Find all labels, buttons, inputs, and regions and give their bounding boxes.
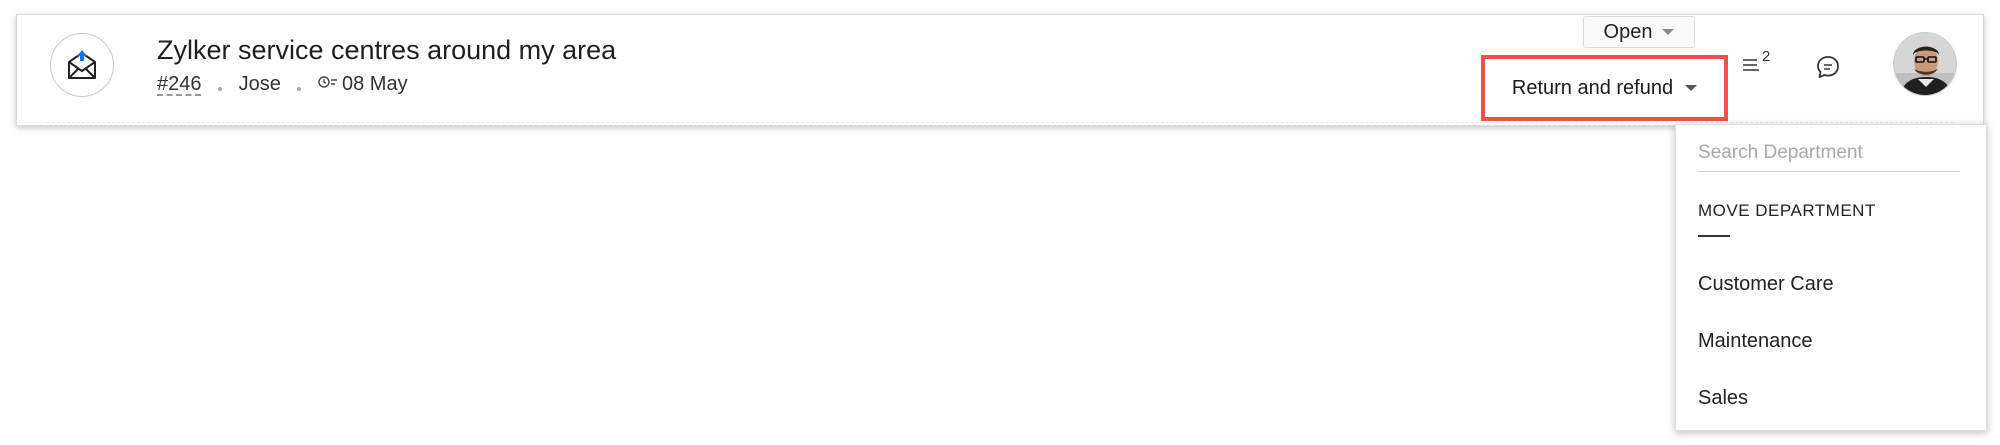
comment-icon[interactable] (1815, 54, 1841, 85)
email-open-icon (50, 33, 114, 97)
department-menu: MOVE DEPARTMENT Customer Care Maintenanc… (1675, 124, 1987, 431)
due-date: 08 May (342, 73, 408, 95)
separator-dot (218, 86, 223, 91)
header-divider (47, 122, 1953, 123)
menu-option-maintenance[interactable]: Maintenance (1698, 330, 1813, 353)
thread-count: 2 (1762, 48, 1771, 65)
menu-option-customer-care[interactable]: Customer Care (1698, 273, 1834, 296)
department-dropdown[interactable]: Return and refund (1481, 55, 1728, 121)
search-department-input[interactable] (1698, 135, 1960, 172)
separator-dot (297, 86, 302, 91)
section-underline (1698, 235, 1730, 237)
threads-button[interactable]: 2 (1742, 48, 1770, 71)
department-label: Return and refund (1511, 76, 1674, 99)
ticket-subject[interactable]: Zylker service centres around my area (157, 35, 616, 66)
agent-avatar[interactable] (1893, 32, 1957, 96)
due-clock-icon (318, 72, 338, 95)
threads-icon (1743, 58, 1759, 71)
ticket-meta: #246 Jose 08 May (157, 73, 408, 96)
chevron-down-icon (1685, 85, 1698, 91)
menu-section-title: MOVE DEPARTMENT (1698, 201, 1876, 220)
status-label: Open (1603, 20, 1653, 43)
menu-option-sales[interactable]: Sales (1698, 387, 1748, 410)
chevron-down-icon (1662, 29, 1675, 35)
status-dropdown[interactable]: Open (1583, 16, 1695, 48)
ticket-id-link[interactable]: #246 (157, 73, 202, 95)
contact-name[interactable]: Jose (239, 73, 281, 95)
